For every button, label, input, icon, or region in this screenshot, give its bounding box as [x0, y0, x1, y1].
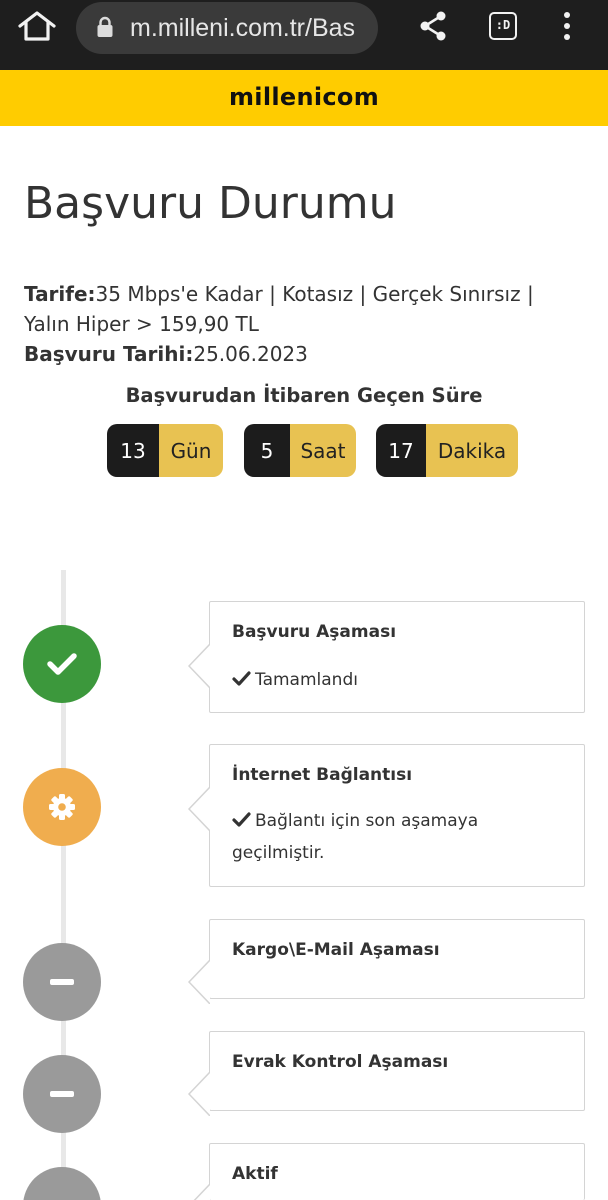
site-header: millenicom — [0, 70, 608, 126]
gear-icon — [49, 794, 75, 820]
application-date-label: Başvuru Tarihi: — [24, 342, 194, 366]
elapsed-days-value: 13 — [107, 424, 159, 477]
step-title: Başvuru Aşaması — [232, 622, 397, 642]
page-title: Başvuru Durumu — [24, 178, 397, 229]
step-detail-text: Tamamlandı — [255, 670, 358, 690]
more-vert-icon — [564, 12, 570, 40]
application-date-value: 25.06.2023 — [193, 342, 308, 366]
elapsed-days-unit: Gün — [159, 424, 223, 477]
step-status-pending — [23, 1167, 101, 1200]
application-date-info: Başvuru Tarihi:25.06.2023 — [24, 339, 584, 369]
minus-icon — [50, 1091, 74, 1097]
elapsed-minutes-unit: Dakika — [426, 424, 518, 477]
step-title: Aktif — [232, 1164, 278, 1184]
step-status-pending — [23, 1055, 101, 1133]
check-icon — [232, 812, 251, 827]
step-card-document-check: Evrak Kontrol Aşaması — [188, 1031, 585, 1116]
step-card-shipping-email: Kargo\E-Mail Aşaması — [188, 919, 585, 1004]
tariff-value: 35 Mbps'e Kadar | Kotasız | Gerçek Sınır… — [24, 282, 534, 336]
home-button[interactable] — [16, 10, 58, 42]
check-icon — [232, 671, 251, 686]
step-status-done — [23, 625, 101, 703]
tariff-info: Tarife:35 Mbps'e Kadar | Kotasız | Gerçe… — [24, 279, 584, 339]
extension-icon[interactable]: :D — [489, 12, 517, 40]
card-pointer — [188, 1072, 210, 1116]
step-title: Evrak Kontrol Aşaması — [232, 1052, 449, 1072]
elapsed-minutes: 17 Dakika — [376, 424, 518, 477]
step-detail: Bağlantı için son aşamaya geçilmiştir. — [232, 805, 572, 869]
elapsed-hours-unit: Saat — [290, 424, 356, 477]
millenicom-logo[interactable]: millenicom — [0, 83, 608, 111]
minus-icon — [50, 979, 74, 985]
step-status-pending — [23, 943, 101, 1021]
step-detail: Tamamlandı — [232, 664, 572, 696]
step-status-in-progress — [23, 768, 101, 846]
tariff-label: Tarife: — [24, 282, 96, 306]
check-icon — [47, 653, 77, 675]
step-card-application: Başvuru Aşaması Tamamlandı — [188, 601, 585, 713]
url-text: m.milleni.com.tr/Bas — [130, 14, 356, 42]
step-title: Kargo\E-Mail Aşaması — [232, 940, 440, 960]
elapsed-hours-value: 5 — [244, 424, 290, 477]
card-pointer — [188, 787, 210, 831]
elapsed-time-title: Başvurudan İtibaren Geçen Süre — [125, 384, 483, 407]
address-bar[interactable]: m.milleni.com.tr/Bas — [76, 2, 378, 54]
elapsed-days: 13 Gün — [107, 424, 223, 477]
elapsed-hours: 5 Saat — [244, 424, 356, 477]
card-pointer — [193, 1184, 210, 1200]
elapsed-minutes-value: 17 — [376, 424, 426, 477]
step-detail-text: Bağlantı için son aşamaya geçilmiştir. — [232, 811, 479, 863]
step-title: İnternet Bağlantısı — [232, 765, 413, 785]
share-icon — [420, 11, 446, 41]
home-icon — [18, 11, 56, 41]
step-card-internet-connection: İnternet Bağlantısı Bağlantı için son aş… — [188, 744, 585, 887]
browser-toolbar: m.milleni.com.tr/Bas :D — [0, 0, 608, 70]
more-menu-button[interactable] — [557, 10, 577, 42]
card-pointer — [188, 644, 210, 688]
lock-icon — [97, 16, 113, 37]
share-button[interactable] — [418, 10, 448, 42]
card-pointer — [188, 960, 210, 1004]
step-card-active: Aktif — [193, 1143, 585, 1200]
